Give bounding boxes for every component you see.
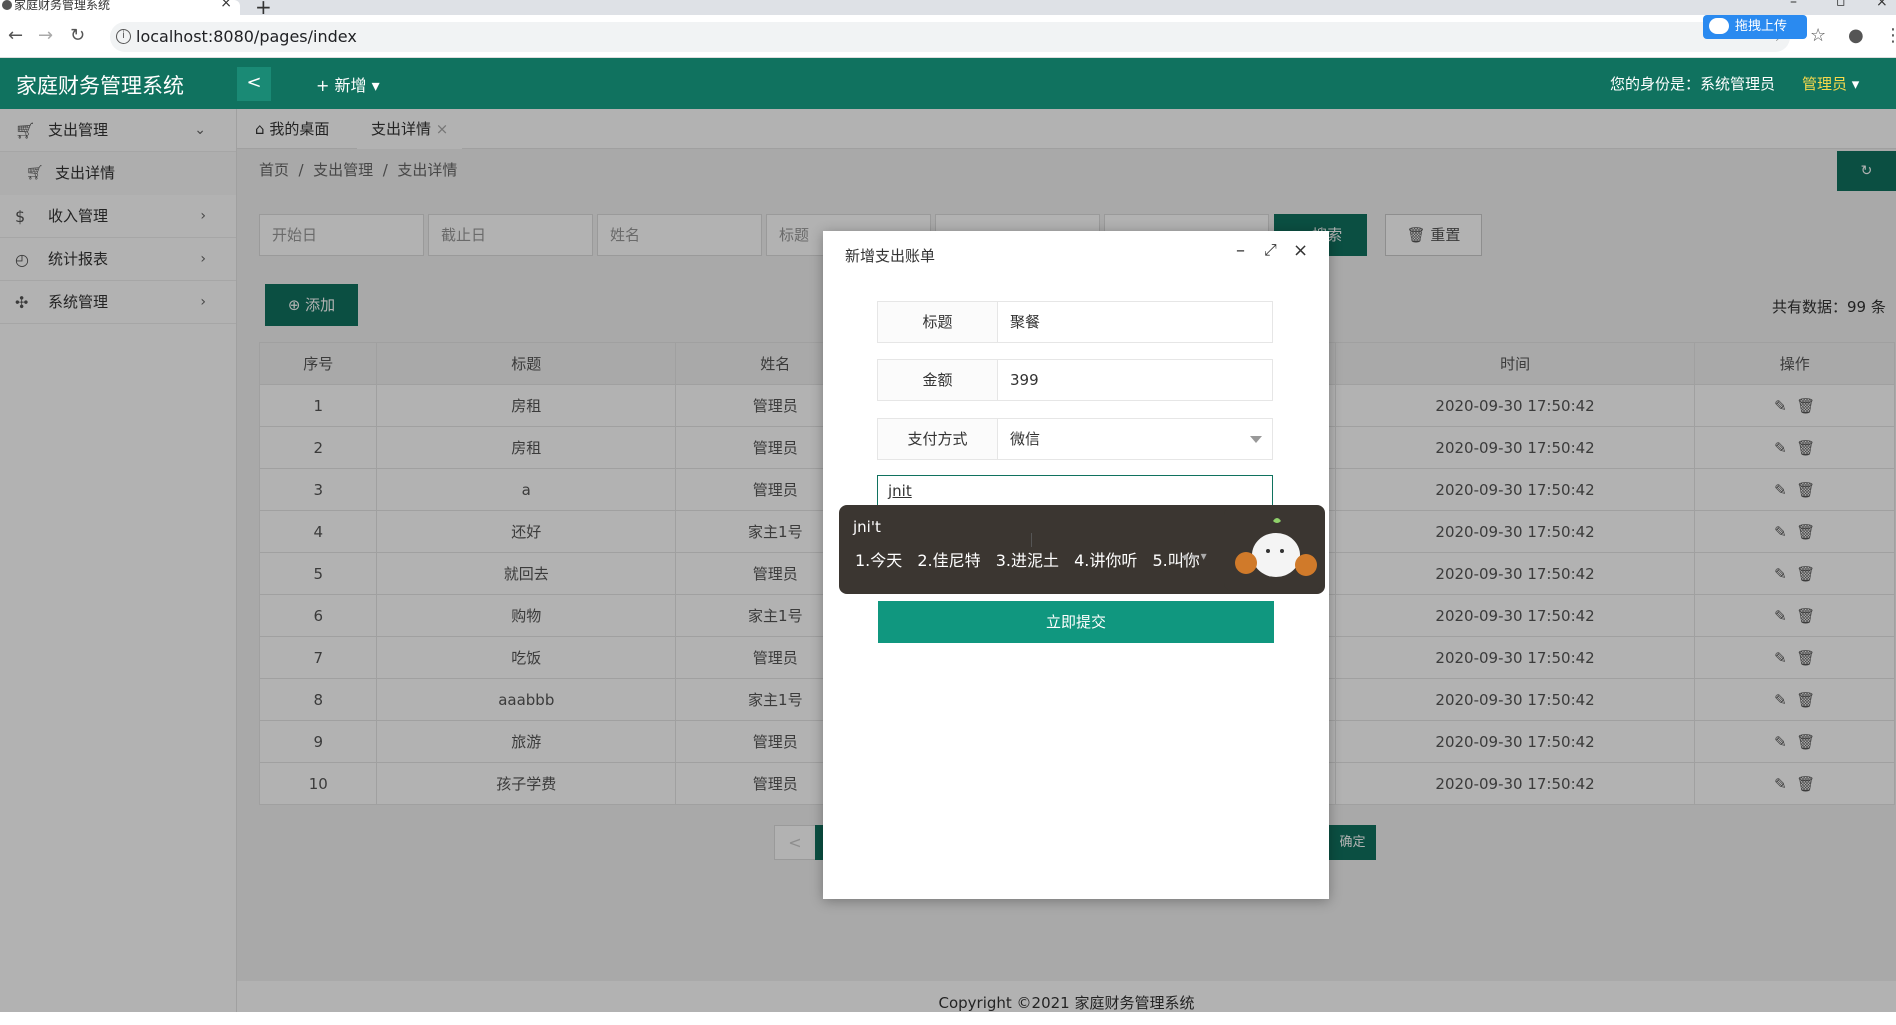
url-text: localhost:8080/pages/index	[136, 27, 357, 46]
url-field[interactable]: i localhost:8080/pages/index	[110, 22, 1790, 52]
submit-button[interactable]: 立即提交	[878, 601, 1274, 643]
back-icon[interactable]: ←	[8, 25, 23, 46]
browser-tabbar: 家庭财务管理系统 × + – ▫ ×	[0, 0, 1896, 19]
title-field[interactable]: 标题 聚餐	[877, 301, 1273, 343]
restore-icon[interactable]: ▫	[1836, 0, 1846, 10]
drag-upload-widget[interactable]: 拖拽上传	[1703, 15, 1807, 39]
ime-candidate-window: jni't 1.今天 2.佳尼特 3.进泥土 4.讲你听 5.叫你 ◂ ▸ ▾	[839, 505, 1325, 594]
field-label: 支付方式	[878, 419, 998, 459]
collapse-sidebar-button[interactable]: <	[237, 67, 271, 101]
minimize-icon[interactable]: –	[1236, 240, 1245, 261]
browser-tab[interactable]: 家庭财务管理系统 ×	[0, 0, 240, 15]
dialog-title: 新增支出账单	[845, 247, 936, 265]
mouse-cursor	[1031, 533, 1032, 547]
cloud-icon	[1709, 18, 1729, 34]
field-label: 金额	[878, 360, 998, 400]
ime-page-arrows-icon[interactable]: ◂ ▸ ▾	[1181, 549, 1207, 563]
remark-input[interactable]: jnit	[877, 475, 1273, 507]
role-label: 管理员	[1802, 75, 1848, 93]
user-identity: 您的身份是：系统管理员	[1610, 75, 1776, 93]
ime-candidate[interactable]: 1.今天	[855, 551, 902, 570]
chevron-down-icon: ▾	[371, 76, 380, 95]
bookmark-star-icon[interactable]: ☆	[1810, 25, 1826, 46]
new-menu-label: + 新增	[316, 76, 367, 95]
payment-method-select[interactable]: 支付方式 微信	[877, 418, 1273, 460]
menu-icon[interactable]: ⋮	[1884, 25, 1896, 46]
close-tab-icon[interactable]: ×	[220, 0, 232, 10]
role-menu[interactable]: 管理员 ▾	[1802, 73, 1859, 94]
app-logo: 家庭财务管理系统	[16, 74, 184, 98]
minimize-icon[interactable]: –	[1790, 0, 1797, 10]
site-info-icon[interactable]: i	[116, 29, 131, 44]
amount-field[interactable]: 金额 399	[877, 359, 1273, 401]
chevron-down-icon	[1250, 436, 1262, 443]
profile-icon[interactable]: ●	[1848, 25, 1864, 46]
field-value: 微信	[1010, 430, 1041, 448]
mascot-icon	[1224, 507, 1322, 591]
ime-candidate[interactable]: 2.佳尼特	[917, 551, 980, 570]
ime-candidate[interactable]: 4.讲你听	[1074, 551, 1137, 570]
close-icon[interactable]: ×	[1293, 240, 1308, 261]
maximize-icon[interactable]: ⤢	[1264, 240, 1277, 260]
field-value[interactable]: 399	[1010, 360, 1039, 400]
ime-candidate[interactable]: 3.进泥土	[996, 551, 1059, 570]
new-menu[interactable]: + 新增 ▾	[316, 72, 380, 96]
close-window-icon[interactable]: ×	[1876, 0, 1888, 10]
browser-tab-title: 家庭财务管理系统	[14, 0, 111, 12]
reload-icon[interactable]: ↻	[70, 25, 85, 46]
forward-icon[interactable]: →	[38, 25, 53, 46]
favicon-icon	[2, 0, 12, 10]
chevron-down-icon: ▾	[1851, 75, 1860, 93]
ime-pinyin: jni't	[853, 518, 881, 536]
address-bar: ← → ↻ i localhost:8080/pages/index ⌕ ☆ ●…	[0, 15, 1896, 58]
ime-candidates: 1.今天 2.佳尼特 3.进泥土 4.讲你听 5.叫你	[855, 547, 1210, 571]
app-header: 家庭财务管理系统 < + 新增 ▾ 您的身份是：系统管理员 管理员 ▾	[0, 58, 1896, 109]
field-value[interactable]: 聚餐	[1010, 302, 1040, 342]
upload-label: 拖拽上传	[1735, 19, 1788, 34]
field-label: 标题	[878, 302, 998, 342]
